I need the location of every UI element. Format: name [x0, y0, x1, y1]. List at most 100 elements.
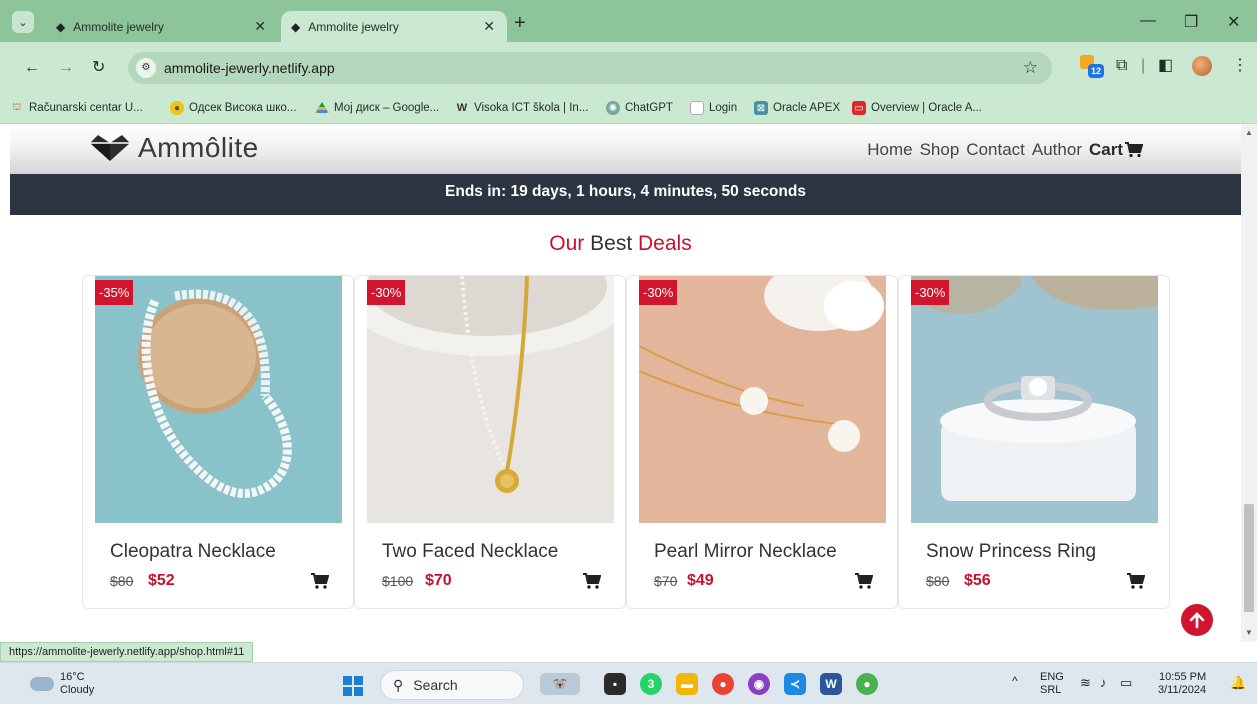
whatsapp-badge: 3 — [647, 677, 655, 691]
nav-shop[interactable]: Shop — [920, 140, 960, 160]
diamond-favicon-icon: ◆ — [291, 19, 301, 34]
bookmark-oracle[interactable]: ▭ Overview | Oracle A... — [852, 101, 982, 115]
scroll-to-top-button[interactable] — [1181, 604, 1213, 636]
nav-cart[interactable]: Cart — [1089, 140, 1143, 160]
nav-home[interactable]: Home — [867, 140, 912, 160]
start-windows-icon[interactable] — [343, 676, 363, 696]
search-label: Search — [413, 677, 458, 693]
address-bar[interactable]: ⚙ ammolite-jewerly.netlify.app ☆ — [128, 52, 1052, 84]
bookmark-drive[interactable]: Мој диск – Google... — [315, 101, 439, 115]
forward-icon[interactable]: → — [58, 60, 74, 76]
product-image[interactable] — [639, 276, 886, 523]
scrollbar-thumb[interactable] — [1244, 504, 1254, 612]
scroll-up-icon[interactable]: ▲ — [1245, 128, 1253, 137]
battery-icon[interactable]: ▭ — [1120, 676, 1132, 689]
oracle-icon: ▭ — [852, 101, 866, 115]
page-scrollbar[interactable]: ▲ ▼ — [1241, 124, 1257, 642]
close-icon[interactable]: ✕ — [254, 18, 266, 35]
vscode-icon[interactable]: ≺ — [784, 673, 806, 695]
cart-label: Cart — [1088, 140, 1123, 159]
reload-icon[interactable]: ↻ — [92, 60, 105, 76]
product-name[interactable]: Two Faced Necklace — [382, 541, 558, 563]
side-panel-icon[interactable]: ◧ — [1158, 57, 1173, 75]
weather-widget[interactable]: 16°C Cloudy — [30, 671, 94, 697]
chatgpt-icon: ✺ — [606, 101, 620, 115]
new-tab-icon[interactable]: + — [514, 13, 526, 33]
whatsapp-icon[interactable]: 3 — [640, 673, 662, 695]
add-to-cart-icon[interactable] — [311, 573, 329, 590]
file-explorer-icon[interactable]: ▬ — [676, 673, 698, 695]
cart-icon — [1125, 142, 1143, 158]
bookmark-label: Visoka ICT škola | In... — [474, 102, 589, 114]
scroll-down-icon[interactable]: ▼ — [1245, 628, 1253, 637]
new-price: $70 — [425, 572, 452, 589]
diamond-favicon-icon: ◆ — [56, 19, 66, 34]
product-card[interactable]: -30% Two Faced Necklace $100 $70 — [354, 275, 626, 609]
product-name[interactable]: Snow Princess Ring — [926, 541, 1096, 563]
minimize-icon[interactable]: — — [1140, 12, 1156, 30]
diamond-logo-icon — [90, 135, 130, 161]
extension-badge[interactable]: 12 — [1080, 55, 1104, 79]
chevron-down-icon: ⌄ — [18, 16, 28, 29]
countdown-banner: Ends in: 19 days, 1 hours, 4 minutes, 50… — [10, 174, 1241, 215]
product-name[interactable]: Pearl Mirror Necklace — [654, 541, 837, 563]
nav-contact[interactable]: Contact — [966, 140, 1025, 160]
back-icon[interactable]: ← — [24, 60, 40, 76]
product-card[interactable]: -30% Pearl Mirror Necklace $70 $49 — [626, 275, 898, 609]
clock[interactable]: 10:55 PM 3/11/2024 — [1158, 671, 1206, 697]
badge-count: 12 — [1088, 64, 1104, 78]
bookmark-star-icon[interactable]: ☆ — [1023, 58, 1038, 78]
add-to-cart-icon[interactable] — [1127, 573, 1145, 590]
tab-ammolite-1[interactable]: ◆ Ammolite jewelry ✕ — [46, 11, 278, 42]
bookmark-apex[interactable]: ⊠ Oracle APEX — [754, 101, 840, 115]
notification-bell-icon[interactable]: 🔔 — [1230, 676, 1246, 689]
product-image[interactable] — [911, 276, 1158, 523]
nav-author[interactable]: Author — [1032, 140, 1082, 160]
taskbar-search[interactable]: ⚲ Search — [380, 670, 524, 700]
app-purple-icon[interactable]: ◉ — [748, 673, 770, 695]
add-to-cart-icon[interactable] — [855, 573, 873, 590]
profile-avatar[interactable] — [1192, 56, 1212, 76]
bookmark-label: Login — [709, 102, 738, 114]
extensions-puzzle-icon[interactable]: ⧉ — [1116, 57, 1127, 75]
old-price: $80 — [926, 573, 950, 589]
bookmark-chatgpt[interactable]: ✺ ChatGPT — [606, 101, 673, 115]
tray-chevron-up-icon[interactable]: ^ — [1012, 675, 1018, 688]
task-view-icon[interactable]: ▪ — [604, 673, 626, 695]
wifi-icon[interactable]: ≋ — [1080, 676, 1091, 689]
product-name[interactable]: Cleopatra Necklace — [110, 541, 276, 563]
section-title: Our Best Deals — [0, 232, 1241, 256]
clock-time: 10:55 PM — [1159, 671, 1207, 683]
url-text[interactable]: ammolite-jewerly.netlify.app — [164, 60, 335, 76]
site-info-icon[interactable]: ⚙ — [136, 58, 156, 78]
close-icon[interactable]: ✕ — [483, 18, 495, 35]
bookmark-school[interactable]: ● Одсек Висока шко... — [170, 101, 296, 115]
language-indicator[interactable]: ENG SRL — [1040, 671, 1064, 697]
window-close-icon[interactable]: ✕ — [1227, 12, 1240, 32]
chrome-profile-icon[interactable]: ● — [856, 673, 878, 695]
restore-icon[interactable]: ❐ — [1184, 12, 1198, 32]
discount-badge: -30% — [639, 280, 678, 305]
site-logo[interactable]: Ammôlite — [88, 132, 259, 164]
product-card[interactable]: -35% Cleopatra Necklace $80 $52 — [82, 275, 354, 609]
bookmark-label: Мој диск – Google... — [334, 102, 440, 114]
koala-widget-icon[interactable]: 🐨 — [540, 673, 580, 695]
old-price: $100 — [382, 573, 414, 589]
bookmark-rc[interactable]: ⛫ Računarski centar U... — [10, 101, 142, 115]
browser-toolbar: ← → ↻ ⚙ ammolite-jewerly.netlify.app ☆ 1… — [0, 42, 1257, 94]
add-to-cart-icon[interactable] — [583, 573, 601, 590]
title-plain: Best — [584, 232, 638, 255]
brand-name: Ammôlite — [138, 132, 259, 163]
tab-search-button[interactable]: ⌄ — [12, 11, 34, 33]
tab-ammolite-2[interactable]: ◆ Ammolite jewelry ✕ — [281, 11, 507, 42]
product-image[interactable] — [95, 276, 342, 523]
bookmark-ict[interactable]: W Visoka ICT škola | In... — [455, 101, 589, 115]
chrome-icon[interactable]: ● — [712, 673, 734, 695]
bookmark-label: Одсек Висока шко... — [189, 102, 297, 114]
volume-icon[interactable]: ♪ — [1100, 676, 1107, 689]
product-image[interactable] — [367, 276, 614, 523]
word-icon[interactable]: W — [820, 673, 842, 695]
more-menu-icon[interactable]: ⋮ — [1232, 57, 1248, 75]
product-card[interactable]: -30% Snow Princess Ring $80 $56 — [898, 275, 1170, 609]
bookmark-login[interactable]: Login — [690, 101, 737, 115]
